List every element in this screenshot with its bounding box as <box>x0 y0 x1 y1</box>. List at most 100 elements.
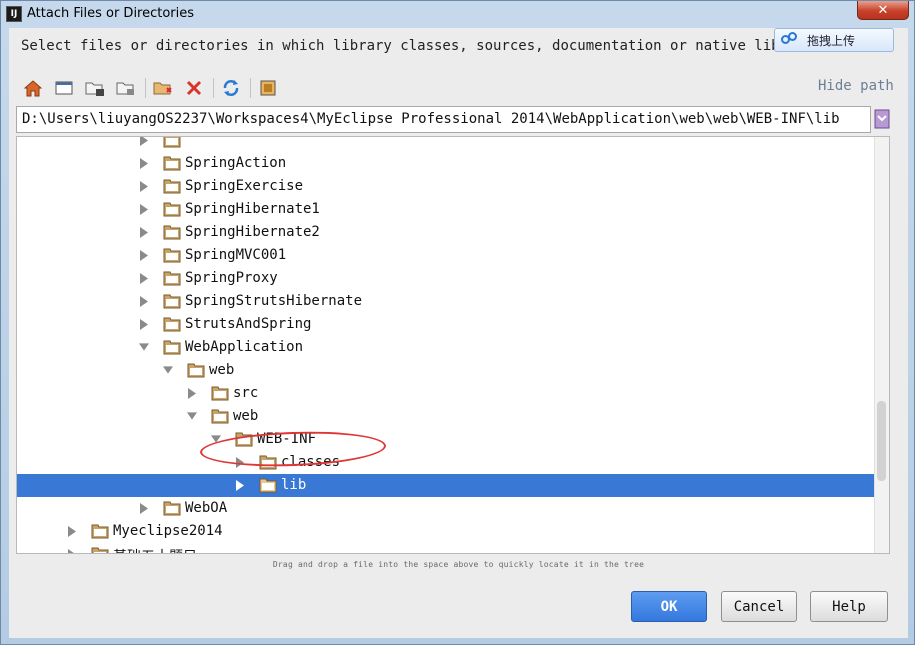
path-input[interactable]: D:\Users\liuyangOS2237\Workspaces4\MyEcl… <box>16 106 871 133</box>
tree-row-label: lib <box>281 477 307 493</box>
collapsed-arrow-icon[interactable] <box>139 137 149 146</box>
folder-icon <box>163 202 181 217</box>
collapsed-arrow-icon[interactable] <box>139 157 149 169</box>
folder-icon <box>163 340 181 355</box>
tree-row-label: src <box>233 385 259 401</box>
show-hidden-icon[interactable] <box>256 77 280 99</box>
collapsed-arrow-icon[interactable] <box>67 525 77 537</box>
collapsed-arrow-icon[interactable] <box>139 203 149 215</box>
folder-icon <box>91 547 109 553</box>
tree-row[interactable]: SpringStrutsHibernate <box>17 290 874 313</box>
folder-icon <box>163 501 181 516</box>
hide-path-link[interactable]: Hide path <box>818 78 894 94</box>
tree-row-label: web <box>233 408 259 424</box>
ok-button[interactable]: OK <box>631 591 707 622</box>
tree-row[interactable]: src <box>17 382 874 405</box>
folder-icon <box>163 179 181 194</box>
tree-row[interactable]: SpringExercise <box>17 175 874 198</box>
collapsed-arrow-icon[interactable] <box>139 226 149 238</box>
tree-row-label: SpringMVC001 <box>185 247 287 263</box>
toolbar <box>21 76 287 100</box>
folder-icon <box>163 156 181 171</box>
tree-row[interactable]: WebApplication <box>17 336 874 359</box>
expanded-arrow-icon[interactable] <box>187 410 197 422</box>
tree-row[interactable]: SpringAction <box>17 152 874 175</box>
home-icon[interactable] <box>21 77 45 99</box>
toolbar-separator <box>250 78 251 98</box>
collapsed-arrow-icon[interactable] <box>235 479 245 491</box>
tree-row[interactable]: classes <box>17 451 874 474</box>
tree-row[interactable]: web <box>17 359 874 382</box>
folder-icon <box>163 225 181 240</box>
collapsed-arrow-icon[interactable] <box>139 249 149 261</box>
tree-row[interactable]: web <box>17 405 874 428</box>
tree-row-label: SpringProxy <box>185 270 278 286</box>
folder-icon <box>211 409 229 424</box>
tree-row[interactable]: SpringHibernate2 <box>17 221 874 244</box>
collapsed-arrow-icon[interactable] <box>67 548 77 553</box>
collapsed-arrow-icon[interactable] <box>139 502 149 514</box>
tree-scrollbar[interactable] <box>874 137 889 553</box>
dialog-title: Attach Files or Directories <box>27 6 195 21</box>
baidu-upload-button[interactable]: 拖拽上传 <box>774 28 894 52</box>
tree-row[interactable]: StrutsAndSpring <box>17 313 874 336</box>
folder-icon <box>163 317 181 332</box>
collapsed-arrow-icon[interactable] <box>139 180 149 192</box>
title-bar[interactable]: IJ Attach Files or Directories ✕ <box>1 1 914 27</box>
folder-icon <box>259 478 277 493</box>
tree-row-label: Myeclipse2014 <box>113 523 223 539</box>
dialog-content: Select files or directories in which lib… <box>9 28 908 638</box>
tree-row[interactable]: SpringMVC001 <box>17 244 874 267</box>
close-button[interactable]: ✕ <box>857 1 909 20</box>
attach-files-dialog: IJ Attach Files or Directories ✕ Select … <box>0 0 915 645</box>
tree-row-label: SpringAction <box>185 155 287 171</box>
collapsed-arrow-icon[interactable] <box>139 295 149 307</box>
folder-icon <box>163 248 181 263</box>
tree-row-label: 基础五十题目 <box>113 546 197 553</box>
folder-icon <box>163 294 181 309</box>
tree-row-label: SpringExercise <box>185 178 304 194</box>
tree-row-label: SpringHibernate2 <box>185 224 320 240</box>
project-folder-icon[interactable] <box>83 77 107 99</box>
collapsed-arrow-icon[interactable] <box>139 272 149 284</box>
tree-row[interactable]: SpringProxy <box>17 267 874 290</box>
folder-icon <box>187 363 205 378</box>
folder-icon <box>211 386 229 401</box>
tree-row-selected[interactable]: lib <box>17 474 874 497</box>
cloud-upload-icon <box>781 32 801 48</box>
tree-row[interactable]: SpringHibernate1 <box>17 198 874 221</box>
desktop-icon[interactable] <box>52 77 76 99</box>
tree-row[interactable]: 基础五十题目 <box>17 543 874 553</box>
tree-row-label: SpringStrutsHibernate <box>185 293 363 309</box>
dialog-description: Select files or directories in which lib… <box>21 38 887 54</box>
tree-row[interactable] <box>17 137 874 152</box>
folder-icon <box>163 137 181 148</box>
tree-row-label: web <box>209 362 235 378</box>
module-folder-icon[interactable] <box>114 77 138 99</box>
tree-row[interactable]: Myeclipse2014 <box>17 520 874 543</box>
baidu-upload-label: 拖拽上传 <box>807 33 856 48</box>
tree-row-label: WebOA <box>185 500 228 516</box>
expanded-arrow-icon[interactable] <box>163 364 173 376</box>
drag-drop-hint: Drag and drop a file into the space abov… <box>272 560 645 569</box>
file-tree[interactable]: SpringAction SpringExercise SpringHibernat… <box>16 136 890 554</box>
collapsed-arrow-icon[interactable] <box>187 387 197 399</box>
refresh-icon[interactable] <box>219 77 243 99</box>
tree-row[interactable]: WebOA <box>17 497 874 520</box>
delete-icon[interactable] <box>182 77 206 99</box>
collapsed-arrow-icon[interactable] <box>139 318 149 330</box>
toolbar-separator <box>213 78 214 98</box>
tree-row-label: StrutsAndSpring <box>185 316 312 332</box>
path-history-icon[interactable] <box>873 108 891 130</box>
tree-row-label: WebApplication <box>185 339 304 355</box>
expanded-arrow-icon[interactable] <box>139 341 149 353</box>
cancel-button[interactable]: Cancel <box>721 591 797 622</box>
tree-row[interactable]: WEB-INF <box>17 428 874 451</box>
tree-row-label: SpringHibernate1 <box>185 201 320 217</box>
tree-scrollbar-thumb[interactable] <box>877 401 886 481</box>
folder-icon <box>163 271 181 286</box>
toolbar-separator <box>145 78 146 98</box>
new-folder-icon[interactable] <box>151 77 175 99</box>
intellij-app-icon: IJ <box>6 6 22 22</box>
help-button[interactable]: Help <box>810 591 888 622</box>
